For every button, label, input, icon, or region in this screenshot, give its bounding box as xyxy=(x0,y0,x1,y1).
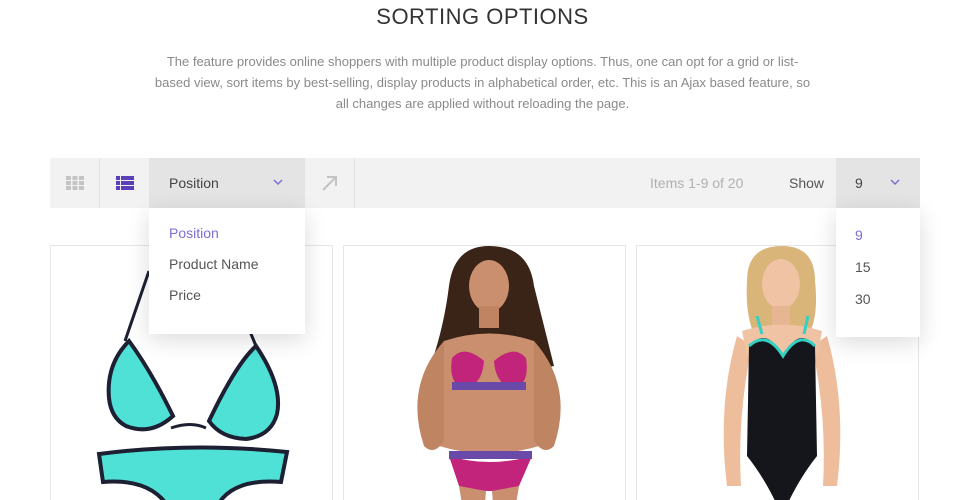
sort-option-product-name[interactable]: Product Name xyxy=(149,253,305,284)
limiter-value: 9 xyxy=(855,175,863,191)
grid-icon xyxy=(65,176,84,190)
chevron-down-icon xyxy=(890,179,900,186)
limiter-dropdown: 9 15 30 xyxy=(836,208,920,337)
sort-by-dropdown: Position Product Name Price xyxy=(149,208,305,334)
items-count: Items 1-9 of 20 xyxy=(650,175,744,191)
sorting-toolbar: Position Items 1-9 of 20 Show 9 xyxy=(50,158,920,208)
list-view-button[interactable] xyxy=(100,158,150,208)
sort-option-price[interactable]: Price xyxy=(149,284,305,315)
page-title: SORTING OPTIONS xyxy=(376,4,589,29)
product-image-pink-paisley-bikini xyxy=(417,246,561,500)
chevron-down-icon xyxy=(273,179,283,186)
limiter-option-15[interactable]: 15 xyxy=(836,256,920,288)
limiter-option-9[interactable]: 9 xyxy=(836,224,920,256)
sort-option-position[interactable]: Position xyxy=(149,222,305,253)
limiter-option-30[interactable]: 30 xyxy=(836,288,920,320)
grid-view-button[interactable] xyxy=(50,158,100,208)
list-icon xyxy=(116,176,134,190)
product-card[interactable] xyxy=(343,245,626,500)
show-label: Show xyxy=(789,175,825,191)
sort-by-value: Position xyxy=(169,175,219,191)
sort-by-select[interactable]: Position xyxy=(149,158,305,208)
page-description: The feature provides online shoppers wit… xyxy=(154,54,811,111)
sort-direction-button[interactable] xyxy=(305,158,355,208)
limiter-select[interactable]: 9 xyxy=(836,158,920,208)
arrow-up-right-icon xyxy=(321,176,337,191)
